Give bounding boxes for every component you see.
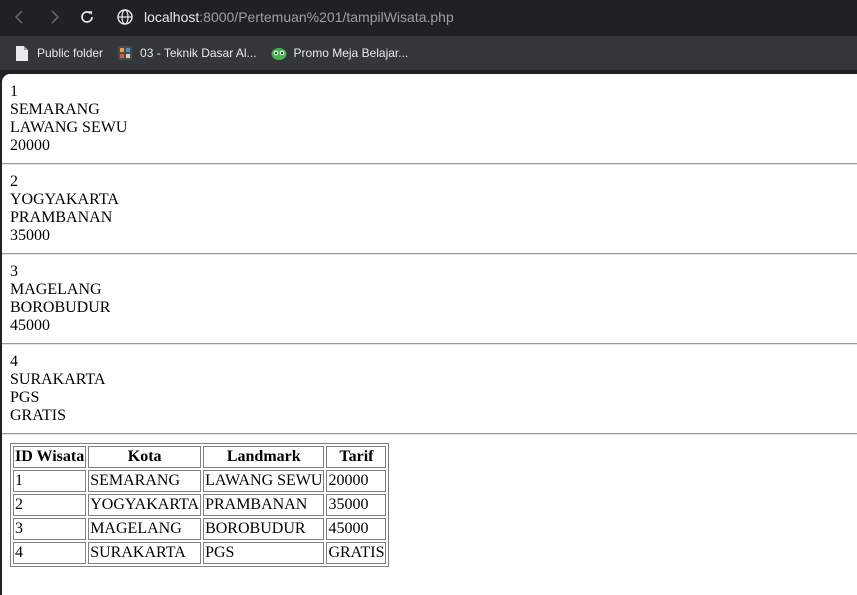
- record-landmark: PGS: [10, 389, 40, 406]
- table-cell: SEMARANG: [88, 470, 202, 492]
- record-tarif: 35000: [10, 227, 50, 244]
- page-content: 1 SEMARANG LAWANG SEWU 20000 2 YOGYAKART…: [2, 74, 857, 595]
- divider: [2, 433, 857, 435]
- record-id: 1: [10, 83, 18, 100]
- table-cell: BOROBUDUR: [203, 518, 325, 540]
- bookmark-teknik-dasar[interactable]: 03 - Teknik Dasar Al...: [117, 41, 257, 65]
- table-cell: 45000: [326, 518, 387, 540]
- column-header-tarif: Tarif: [326, 446, 387, 468]
- table-cell: 4: [13, 542, 87, 564]
- divider: [2, 253, 857, 255]
- table-cell: LAWANG SEWU: [203, 470, 325, 492]
- table-cell: 2: [13, 494, 87, 516]
- column-header-id: ID Wisata: [13, 446, 87, 468]
- table-cell: PRAMBANAN: [203, 494, 325, 516]
- arrow-left-icon: [14, 10, 23, 24]
- record-tarif: GRATIS: [10, 407, 67, 424]
- record-landmark: BOROBUDUR: [10, 299, 111, 316]
- table-row: 4 SURAKARTA PGS GRATIS: [13, 542, 387, 564]
- table-row: 2 YOGYAKARTA PRAMBANAN 35000: [13, 494, 387, 516]
- bookmark-label: Promo Meja Belajar...: [293, 46, 409, 60]
- browser-toolbar: localhost:8000/Pertemuan%201/tampilWisat…: [0, 0, 857, 34]
- bookmarks-bar: Public folder 03 - Teknik Dasar Al... Pr…: [0, 36, 857, 70]
- arrow-right-icon: [51, 10, 60, 24]
- record-id: 4: [10, 353, 18, 370]
- record-landmark: LAWANG SEWU: [10, 119, 128, 136]
- bookmark-label: 03 - Teknik Dasar Al...: [140, 46, 257, 60]
- record-kota: SURAKARTA: [10, 371, 106, 388]
- record-kota: MAGELANG: [10, 281, 102, 298]
- wisata-record: 3 MAGELANG BOROBUDUR 45000: [10, 263, 857, 335]
- table-cell: 35000: [326, 494, 387, 516]
- back-button[interactable]: [6, 4, 32, 30]
- column-header-landmark: Landmark: [203, 446, 325, 468]
- table-cell: 20000: [326, 470, 387, 492]
- divider: [2, 343, 857, 345]
- record-id: 3: [10, 263, 18, 280]
- forward-button[interactable]: [42, 4, 68, 30]
- table-cell: 3: [13, 518, 87, 540]
- table-cell: 1: [13, 470, 87, 492]
- table-cell: SURAKARTA: [88, 542, 202, 564]
- record-landmark: PRAMBANAN: [10, 209, 113, 226]
- site-favicon-icon: [117, 45, 133, 61]
- table-cell: PGS: [203, 542, 325, 564]
- record-tarif: 45000: [10, 317, 50, 334]
- reload-icon: [81, 11, 93, 23]
- url-path: :8000/Pertemuan%201/tampilWisata.php: [199, 9, 454, 25]
- address-bar[interactable]: localhost:8000/Pertemuan%201/tampilWisat…: [108, 4, 857, 30]
- url-host: localhost: [144, 9, 200, 25]
- record-tarif: 20000: [10, 137, 50, 154]
- column-header-kota: Kota: [88, 446, 202, 468]
- shop-favicon-icon: [271, 45, 287, 61]
- table-row: 1 SEMARANG LAWANG SEWU 20000: [13, 470, 387, 492]
- reload-button[interactable]: [74, 4, 100, 30]
- bookmark-promo-meja[interactable]: Promo Meja Belajar...: [271, 41, 409, 65]
- record-id: 2: [10, 173, 18, 190]
- wisata-record: 1 SEMARANG LAWANG SEWU 20000: [10, 83, 857, 155]
- divider: [2, 163, 857, 165]
- wisata-record: 4 SURAKARTA PGS GRATIS: [10, 353, 857, 425]
- table-cell: GRATIS: [326, 542, 387, 564]
- record-kota: YOGYAKARTA: [10, 191, 119, 208]
- record-kota: SEMARANG: [10, 101, 100, 118]
- table-header-row: ID Wisata Kota Landmark Tarif: [13, 446, 387, 468]
- file-icon: [14, 45, 30, 61]
- bookmark-public-folder[interactable]: Public folder: [14, 41, 103, 65]
- globe-icon: [117, 9, 133, 25]
- wisata-table: ID Wisata Kota Landmark Tarif 1 SEMARANG…: [10, 443, 390, 567]
- bookmark-label: Public folder: [37, 46, 104, 60]
- wisata-record: 2 YOGYAKARTA PRAMBANAN 35000: [10, 173, 857, 245]
- url-text: localhost:8000/Pertemuan%201/tampilWisat…: [144, 9, 454, 25]
- table-cell: MAGELANG: [88, 518, 202, 540]
- table-row: 3 MAGELANG BOROBUDUR 45000: [13, 518, 387, 540]
- table-cell: YOGYAKARTA: [88, 494, 202, 516]
